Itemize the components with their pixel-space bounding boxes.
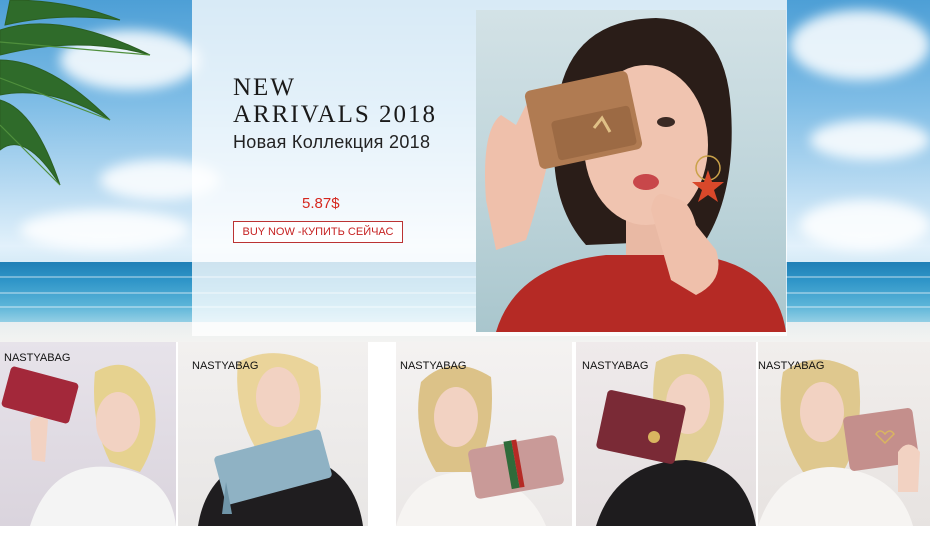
product-thumb-5[interactable]: NASTYABAG — [758, 342, 930, 526]
promo-title: NEW ARRIVALS 2018 — [233, 74, 437, 128]
promo-subtitle: Новая Коллекция 2018 — [233, 132, 431, 152]
palm-leaves-icon — [0, 0, 151, 186]
promo-price: 5.87$ — [302, 195, 340, 212]
thumb-brand: NASTYABAG — [582, 360, 649, 372]
hero-model-photo[interactable] — [476, 10, 786, 332]
thumb-brand: NASTYABAG — [192, 360, 259, 372]
product-thumb-2[interactable]: NASTYABAG — [178, 342, 368, 526]
wallet-red — [1, 366, 79, 424]
product-thumbnails: NASTYABAG NASTYABAG NASTYABAG NASTYABAG … — [0, 342, 930, 548]
product-thumb-4[interactable]: NASTYABAG — [576, 342, 756, 526]
promo-title-line1: NEW — [233, 74, 296, 101]
promo-title-line2: ARRIVALS 2018 — [233, 101, 438, 128]
hero-banner: NEW ARRIVALS 2018 Новая Коллекция 2018 5… — [0, 0, 930, 342]
thumb-brand: NASTYABAG — [758, 360, 825, 372]
thumb-brand: NASTYABAG — [400, 360, 467, 372]
product-thumb-3[interactable]: NASTYABAG — [396, 342, 572, 526]
buy-now-button[interactable]: BUY NOW -КУПИТЬ СЕЙЧАС — [233, 221, 403, 243]
thumb-brand: NASTYABAG — [4, 352, 71, 364]
thumb-model-illustration — [1, 364, 176, 526]
bottom-strip — [0, 526, 930, 548]
product-thumb-1[interactable]: NASTYABAG — [0, 342, 176, 526]
